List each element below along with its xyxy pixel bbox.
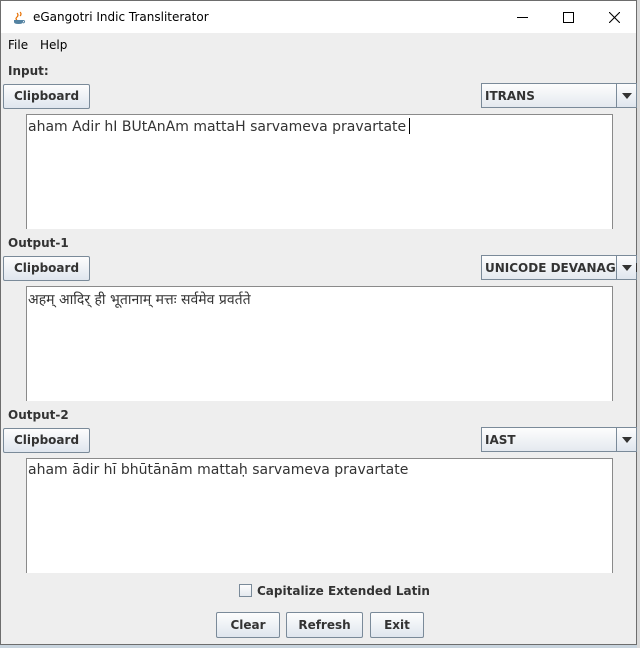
chevron-down-icon	[622, 265, 632, 271]
output2-scheme-select[interactable]: IAST	[481, 427, 637, 452]
output1-scheme-dropdown-button[interactable]	[616, 256, 636, 279]
maximize-button[interactable]	[545, 1, 591, 33]
output2-label: Output-2	[8, 408, 69, 422]
input-scheme-dropdown-button[interactable]	[616, 84, 636, 107]
output1-text: अहम् आदिर् ही भूतानाम् मत्तः सर्वमेव प्र…	[28, 292, 251, 308]
refresh-button[interactable]: Refresh	[286, 612, 363, 638]
clear-button[interactable]: Clear	[216, 612, 280, 638]
menu-help[interactable]: Help	[40, 38, 67, 52]
capitalize-checkbox[interactable]	[239, 584, 252, 597]
output2-clipboard-button[interactable]: Clipboard	[3, 428, 90, 453]
input-label: Input:	[8, 64, 49, 78]
input-text-area[interactable]: aham Adir hI BUtAnAm mattaH sarvameva pr…	[26, 114, 613, 229]
output2-scheme-dropdown-button[interactable]	[616, 428, 636, 451]
menu-file[interactable]: File	[8, 38, 28, 52]
window-title: eGangotri Indic Transliterator	[33, 10, 209, 24]
text-caret	[409, 118, 411, 134]
capitalize-label: Capitalize Extended Latin	[257, 584, 430, 598]
minimize-icon	[517, 17, 528, 18]
maximize-icon	[563, 12, 574, 23]
output2-text: aham ādir hī bhūtānām mattaḥ sarvameva p…	[28, 462, 409, 478]
output1-text-area[interactable]: अहम् आदिर् ही भूतानाम् मत्तः सर्वमेव प्र…	[26, 286, 613, 401]
output2-scheme-value: IAST	[485, 433, 516, 447]
close-button[interactable]	[591, 1, 637, 33]
input-scheme-value: ITRANS	[485, 89, 535, 103]
output1-scheme-select[interactable]: UNICODE DEVANAGARI	[481, 255, 639, 280]
output1-clipboard-button[interactable]: Clipboard	[3, 256, 90, 281]
chevron-down-icon	[622, 437, 632, 443]
exit-button[interactable]: Exit	[370, 612, 424, 638]
input-scheme-select[interactable]: ITRANS	[481, 83, 637, 108]
minimize-button[interactable]	[499, 1, 545, 33]
app-window: eGangotri Indic Transliterator File Help…	[0, 0, 639, 645]
java-app-icon	[12, 10, 26, 24]
output1-label: Output-1	[8, 236, 69, 250]
close-icon	[609, 12, 620, 23]
output2-text-area[interactable]: aham ādir hī bhūtānām mattaḥ sarvameva p…	[26, 458, 613, 573]
input-text: aham Adir hI BUtAnAm mattaH sarvameva pr…	[28, 119, 407, 135]
input-clipboard-button[interactable]: Clipboard	[3, 84, 90, 109]
title-bar[interactable]: eGangotri Indic Transliterator	[1, 1, 636, 33]
menu-bar: File Help	[1, 33, 636, 55]
chevron-down-icon	[622, 93, 632, 99]
